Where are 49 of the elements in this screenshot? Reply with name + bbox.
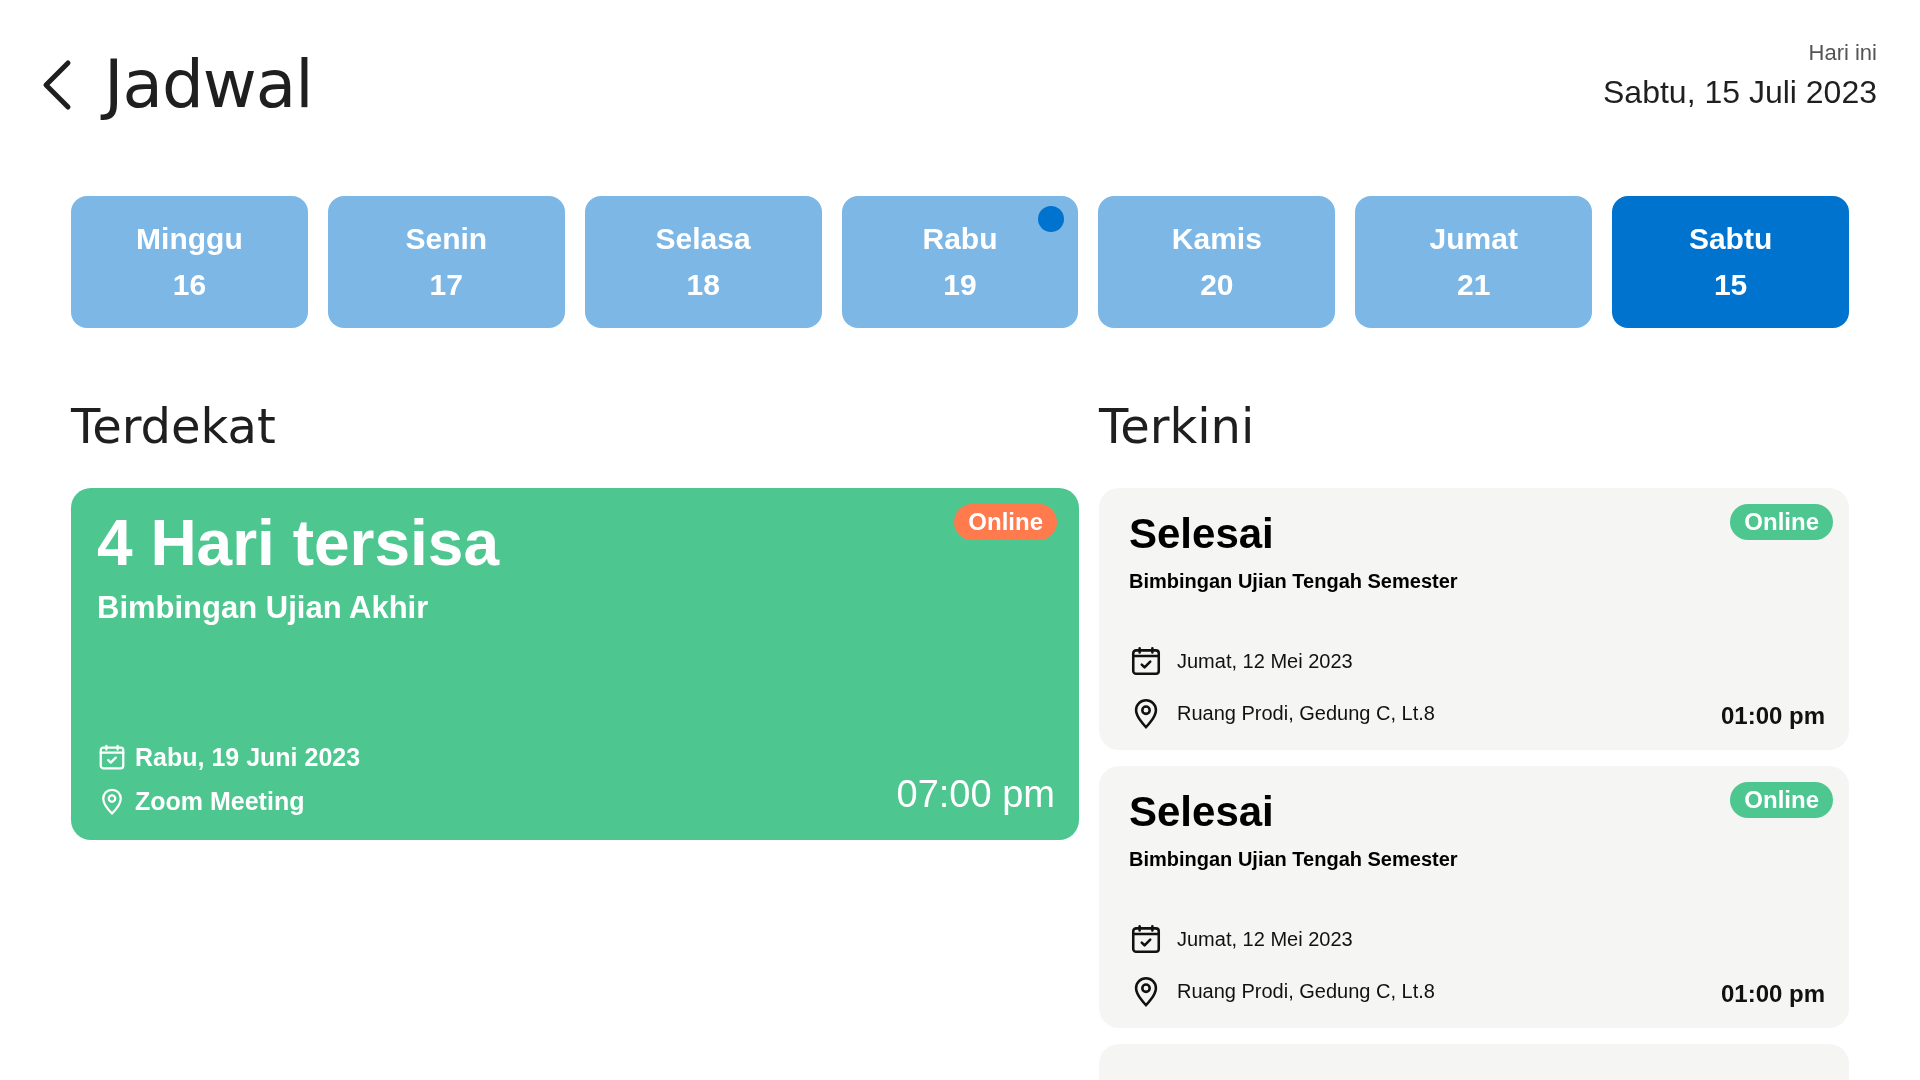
event-time: 01:00 pm [1720,980,1825,1008]
event-title: Bimbingan Ujian Tengah Semester [1129,570,1458,593]
event-date: Jumat, 12 Mei 2023 [1177,927,1353,951]
day-name: Jumat [1429,222,1518,256]
event-title: Bimbingan Ujian Tengah Semester [1129,848,1458,871]
day-tab[interactable]: Rabu 19 [841,196,1079,328]
day-tab[interactable]: Senin 17 [327,196,565,328]
day-name: Selasa [655,222,751,256]
calendar-icon [97,742,127,772]
event-title: Bimbingan Ujian Akhir [97,590,429,626]
upcoming-card[interactable]: 4 Hari tersisa Bimbingan Ujian Akhir Online Rabu, 19 Juni 2023 Zoom Meeting 07:00 pm [71,488,1079,840]
day-tab[interactable]: Kamis 20 [1098,196,1336,328]
event-location: Ruang Prodi, Gedung C, Lt.8 [1177,979,1435,1003]
day-tab[interactable]: Sabtu 15 [1612,196,1849,328]
event-location: Zoom Meeting [135,786,305,816]
calendar-icon [1129,644,1163,678]
day-date: 18 [686,268,720,302]
section-heading: Terkini [1099,398,1256,456]
day-tab[interactable]: Selasa 18 [584,196,822,328]
day-date: 15 [1713,268,1748,302]
day-date: 17 [429,268,463,302]
day-date: 16 [172,268,207,302]
event-date: Jumat, 12 Mei 2023 [1177,649,1353,673]
card-status: Selesai [1129,510,1274,558]
event-location: Ruang Prodi, Gedung C, Lt.8 [1177,701,1435,725]
days-remaining: 4 Hari tersisa [97,506,500,580]
event-card[interactable]: Selesai Online Bimbingan Ujian Tengah Semester Jumat, 12 Mei 2023 Ruang Prodi, Gedung C, Lt.8 01:00 pm [1099,488,1849,750]
day-date: 20 [1200,268,1234,302]
event-card[interactable]: Selesai Online Bimbingan Ujian Tengah Semester Jumat, 12 Mei 2023 Ruang Prodi, Gedung C, Lt.8 01:00 pm [1099,766,1849,1028]
card-status: Selesai [1129,788,1274,836]
day-name: Kamis [1171,222,1262,256]
day-date: 19 [943,268,977,302]
online-badge: Online [954,504,1057,540]
day-date: 21 [1457,268,1491,302]
day-name: Sabtu [1688,222,1773,256]
section-heading: Terdekat [71,398,277,456]
event-time: 07:00 pm [896,773,1055,816]
calendar-icon [1129,922,1163,956]
day-tab[interactable]: Jumat 21 [1355,196,1593,328]
day-name: Rabu [922,222,998,256]
day-name: Senin [405,222,488,256]
today-label: Hari ini [1808,40,1877,66]
online-badge: Online [1730,782,1833,818]
day-name: Minggu [136,222,243,256]
today-date: Sabtu, 15 Juli 2023 [1603,74,1877,111]
day-tab[interactable]: Minggu 16 [71,196,308,328]
event-date: Rabu, 19 Juni 2023 [135,742,361,772]
online-badge: Online [1730,504,1833,540]
event-time: 01:00 pm [1720,702,1825,730]
